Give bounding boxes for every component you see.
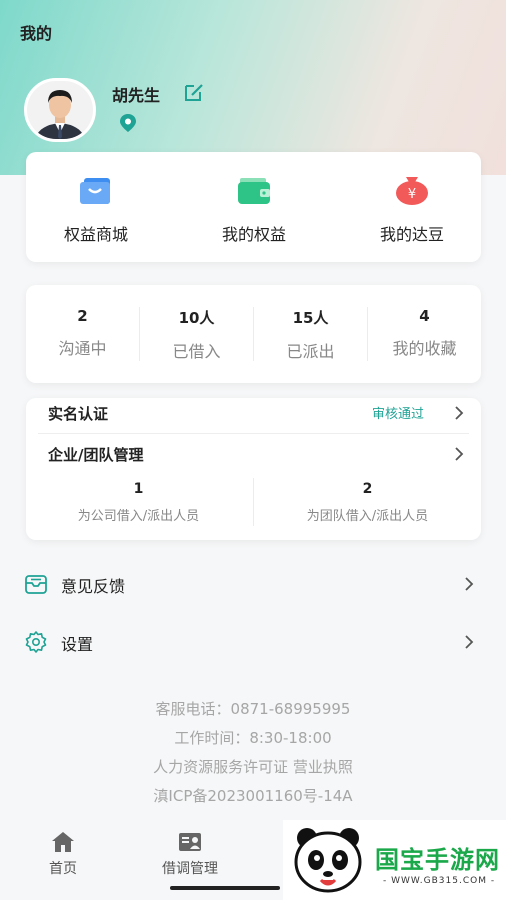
benefit-mall-label: 权益商城: [63, 225, 128, 244]
settings-row[interactable]: 设置: [24, 622, 484, 662]
verification-status: 审核通过: [372, 407, 425, 422]
svg-text:¥: ¥: [408, 187, 416, 202]
chevron-right-icon: [455, 447, 464, 461]
license-links[interactable]: 人力资源服务许可证 营业执照: [0, 756, 506, 777]
tab-secondment[interactable]: 借调管理: [150, 830, 230, 878]
stats-card: 2 沟通中 10人 已借入 15人 已派出 4 我的收藏: [26, 285, 481, 383]
org-stat-value: 2: [362, 481, 373, 497]
stat-value: 2: [77, 307, 88, 325]
stat-value: 15人: [292, 309, 329, 327]
gear-icon: [25, 631, 47, 653]
benefits-card: 权益商城 我的权益 ¥ 我的达豆: [26, 152, 481, 262]
stat-communicating[interactable]: 2 沟通中: [26, 307, 139, 359]
avatar[interactable]: [24, 78, 96, 142]
page-title: 我的: [20, 24, 53, 43]
verification-row[interactable]: 实名认证 审核通过: [26, 398, 481, 433]
wallet-icon: [238, 178, 270, 204]
watermark: 国宝手游网 - WWW.GB315.COM -: [283, 820, 506, 900]
feedback-row[interactable]: 意见反馈: [24, 564, 484, 604]
edit-profile-icon[interactable]: [183, 82, 205, 102]
settings-label: 设置: [61, 635, 94, 654]
feedback-label: 意见反馈: [61, 577, 126, 596]
tab-secondment-label: 借调管理: [162, 861, 218, 877]
watermark-url: - WWW.GB315.COM -: [383, 876, 496, 886]
stat-borrowed-in[interactable]: 10人 已借入: [140, 307, 253, 362]
stat-value: 10人: [178, 309, 215, 327]
my-benefits-button[interactable]: 我的权益: [199, 174, 309, 245]
tab-home[interactable]: 首页: [23, 830, 103, 878]
stat-label: 已借入: [172, 342, 221, 361]
org-stat-label: 为团队借入/派出人员: [306, 509, 429, 524]
org-stat-value: 1: [133, 481, 144, 497]
divider: [253, 478, 254, 526]
home-indicator: [170, 886, 280, 890]
my-benefits-label: 我的权益: [221, 225, 286, 244]
chevron-right-icon: [465, 635, 474, 649]
icp-record[interactable]: 滇ICP备2023001160号-14A: [0, 785, 506, 806]
stat-value: 4: [419, 307, 430, 325]
org-card: 实名认证 审核通过 企业/团队管理 1 为公司借入/派出人员 2 为团队借入/派…: [26, 398, 481, 540]
stat-label: 我的收藏: [392, 339, 457, 358]
user-name: 胡先生: [112, 86, 161, 105]
org-stat-label: 为公司借入/派出人员: [77, 509, 200, 524]
location-pin-icon[interactable]: [117, 112, 139, 134]
org-management-title: 企业/团队管理: [48, 446, 144, 464]
service-phone[interactable]: 客服电话：0871-68995995: [0, 698, 506, 719]
chevron-right-icon: [465, 577, 474, 591]
panda-logo-icon: [294, 828, 362, 893]
org-management-row[interactable]: 企业/团队管理: [26, 434, 481, 472]
avatar-photo: [27, 81, 93, 139]
stat-dispatched[interactable]: 15人 已派出: [254, 307, 367, 362]
home-icon: [52, 832, 74, 852]
work-hours: 工作时间：8:30-18:00: [174, 729, 332, 747]
my-dadou-button[interactable]: ¥ 我的达豆: [357, 174, 467, 245]
watermark-text: 国宝手游网: [375, 846, 500, 874]
org-company-stat[interactable]: 1 为公司借入/派出人员: [26, 481, 251, 524]
my-dadou-label: 我的达豆: [379, 225, 444, 244]
shopping-bag-icon: [80, 178, 110, 204]
stat-favorites[interactable]: 4 我的收藏: [368, 307, 481, 359]
feedback-icon: [25, 575, 47, 594]
stat-label: 已派出: [286, 342, 335, 361]
money-bag-icon: ¥: [396, 177, 428, 205]
chevron-right-icon: [455, 406, 464, 420]
benefit-mall-button[interactable]: 权益商城: [41, 174, 151, 245]
stat-label: 沟通中: [58, 339, 107, 358]
id-card-icon: [179, 833, 201, 851]
verification-title: 实名认证: [48, 405, 109, 423]
tab-home-label: 首页: [49, 861, 77, 877]
org-team-stat[interactable]: 2 为团队借入/派出人员: [255, 481, 480, 524]
